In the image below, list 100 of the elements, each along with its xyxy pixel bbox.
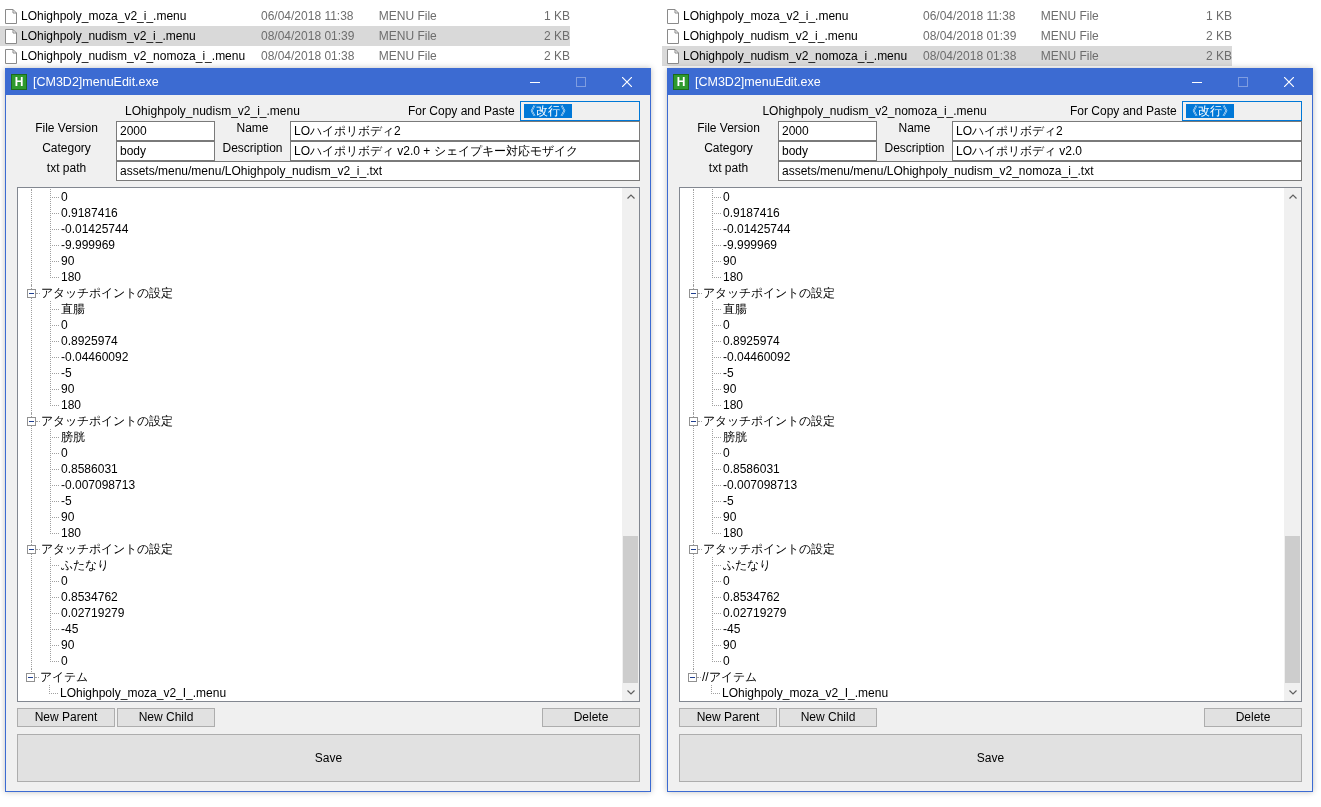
file-row[interactable]: LOhighpoly_nudism_v2_i_.menu 08/04/2018 01:39 MENU File 2 KB: [662, 26, 1232, 46]
tree-node[interactable]: ふたなり: [60, 557, 109, 573]
file-row[interactable]: LOhighpoly_nudism_v2_nomoza_i_.menu 08/04/2018 01:38 MENU File 2 KB: [662, 46, 1232, 66]
tree-node[interactable]: -5: [722, 365, 734, 381]
scroll-up-icon[interactable]: [1288, 194, 1297, 199]
collapse-icon[interactable]: [26, 672, 35, 682]
tree-node[interactable]: 0.02719279: [60, 605, 125, 621]
tree-node[interactable]: 0.8586031: [722, 461, 780, 477]
tree-node[interactable]: -9.999969: [722, 237, 778, 253]
save-button[interactable]: Save: [679, 734, 1302, 782]
tree-node[interactable]: 膀胱: [722, 429, 747, 445]
action-button[interactable]: New Parent: [679, 708, 777, 727]
tree-node[interactable]: 90: [60, 253, 75, 269]
tree-node[interactable]: 90: [60, 381, 75, 397]
tree-node[interactable]: 0: [722, 317, 730, 333]
tree-node[interactable]: 90: [722, 509, 737, 525]
input-field[interactable]: LOハイポリボディ v2.0: [952, 141, 1302, 161]
tree-node[interactable]: //アイテム: [701, 669, 757, 685]
copy-field[interactable]: 《改行》: [1181, 101, 1302, 121]
tree-node[interactable]: -0.01425744: [60, 221, 129, 237]
tree-node[interactable]: -5: [60, 365, 72, 381]
tree-node[interactable]: 0.02719279: [722, 605, 787, 621]
input-field[interactable]: assets/menu/menu/LOhighpoly_nudism_v2_i_.txt: [116, 161, 640, 181]
scroll-down-icon[interactable]: [1288, 690, 1297, 695]
action-button[interactable]: New Child: [779, 708, 877, 727]
tree-node[interactable]: 0.9187416: [722, 205, 780, 221]
tree-node[interactable]: 0.9187416: [60, 205, 118, 221]
tree-node[interactable]: アタッチポイントの設定: [702, 541, 835, 557]
input-field[interactable]: LOハイポリボディ2: [952, 121, 1302, 141]
scrollbar[interactable]: [622, 188, 639, 701]
collapse-icon[interactable]: [27, 416, 36, 426]
scroll-up-icon[interactable]: [626, 194, 635, 199]
scroll-thumb[interactable]: [623, 536, 638, 683]
tree-node[interactable]: LOhighpoly_moza_v2_I_.menu: [721, 685, 889, 701]
tree-node[interactable]: 0: [60, 317, 68, 333]
tree-node[interactable]: アイテム: [39, 669, 88, 685]
tree-node[interactable]: -45: [60, 621, 79, 637]
tree-node[interactable]: -45: [722, 621, 741, 637]
copy-field[interactable]: 《改行》: [519, 101, 640, 121]
tree-node[interactable]: 180: [722, 269, 744, 285]
tree-node[interactable]: 0: [60, 445, 68, 461]
tree-node[interactable]: アタッチポイントの設定: [702, 285, 835, 301]
action-button[interactable]: New Child: [117, 708, 215, 727]
tree-node[interactable]: 0: [722, 653, 730, 669]
tree-node[interactable]: 180: [722, 397, 744, 413]
collapse-icon[interactable]: [27, 544, 36, 554]
tree-node[interactable]: 0.8534762: [60, 589, 118, 605]
tree-node[interactable]: 0: [722, 445, 730, 461]
tree-node[interactable]: 180: [60, 269, 82, 285]
scroll-thumb[interactable]: [1285, 536, 1300, 683]
tree-node[interactable]: 0.8534762: [722, 589, 780, 605]
tree-node[interactable]: 膀胱: [60, 429, 85, 445]
input-field[interactable]: body: [116, 141, 215, 161]
scrollbar[interactable]: [1284, 188, 1301, 701]
tree-node[interactable]: -9.999969: [60, 237, 116, 253]
tree-node[interactable]: 0: [722, 573, 730, 589]
tree-node[interactable]: アタッチポイントの設定: [40, 285, 173, 301]
file-row[interactable]: LOhighpoly_moza_v2_i_.menu 06/04/2018 11:38 MENU File 1 KB: [0, 6, 570, 26]
tree-node[interactable]: 直腸: [722, 301, 747, 317]
tree-node[interactable]: -0.007098713: [60, 477, 136, 493]
tree-node[interactable]: ふたなり: [722, 557, 771, 573]
tree-node[interactable]: 90: [722, 253, 737, 269]
tree-node[interactable]: LOhighpoly_moza_v2_I_.menu: [59, 685, 227, 701]
tree-node[interactable]: -5: [722, 493, 734, 509]
input-field[interactable]: assets/menu/menu/LOhighpoly_nudism_v2_nomoza_i_.txt: [778, 161, 1302, 181]
tree-node[interactable]: 180: [722, 525, 744, 541]
input-field[interactable]: body: [778, 141, 877, 161]
scroll-down-icon[interactable]: [626, 690, 635, 695]
collapse-icon[interactable]: [689, 288, 698, 298]
tree-node[interactable]: アタッチポイントの設定: [40, 541, 173, 557]
tree-node[interactable]: -0.04460092: [60, 349, 129, 365]
action-button[interactable]: Delete: [1204, 708, 1302, 727]
input-field[interactable]: LOハイポリボディ2: [290, 121, 640, 141]
tree-node[interactable]: 0: [60, 189, 68, 205]
save-button[interactable]: Save: [17, 734, 640, 782]
tree-node[interactable]: 0.8586031: [60, 461, 118, 477]
tree-node[interactable]: アタッチポイントの設定: [702, 413, 835, 429]
input-field[interactable]: 2000: [116, 121, 215, 141]
file-row[interactable]: LOhighpoly_nudism_v2_nomoza_i_.menu 08/04/2018 01:38 MENU File 2 KB: [0, 46, 570, 66]
tree-node[interactable]: 90: [60, 509, 75, 525]
tree-node[interactable]: 180: [60, 525, 82, 541]
tree-node[interactable]: -5: [60, 493, 72, 509]
tree-node[interactable]: 直腸: [60, 301, 85, 317]
tree-node[interactable]: アタッチポイントの設定: [40, 413, 173, 429]
action-button[interactable]: New Parent: [17, 708, 115, 727]
collapse-icon[interactable]: [689, 416, 698, 426]
collapse-icon[interactable]: [688, 672, 697, 682]
tree-node[interactable]: 90: [722, 381, 737, 397]
file-row[interactable]: LOhighpoly_moza_v2_i_.menu 06/04/2018 11:38 MENU File 1 KB: [662, 6, 1232, 26]
tree-node[interactable]: 90: [722, 637, 737, 653]
file-row[interactable]: LOhighpoly_nudism_v2_i_.menu 08/04/2018 01:39 MENU File 2 KB: [0, 26, 570, 46]
tree-node[interactable]: 0.8925974: [60, 333, 118, 349]
tree-node[interactable]: -0.04460092: [722, 349, 791, 365]
input-field[interactable]: 2000: [778, 121, 877, 141]
tree-node[interactable]: 0: [60, 573, 68, 589]
tree-node[interactable]: 0.8925974: [722, 333, 780, 349]
tree-node[interactable]: 180: [60, 397, 82, 413]
tree-node[interactable]: -0.01425744: [722, 221, 791, 237]
action-button[interactable]: Delete: [542, 708, 640, 727]
tree-node[interactable]: -0.007098713: [722, 477, 798, 493]
